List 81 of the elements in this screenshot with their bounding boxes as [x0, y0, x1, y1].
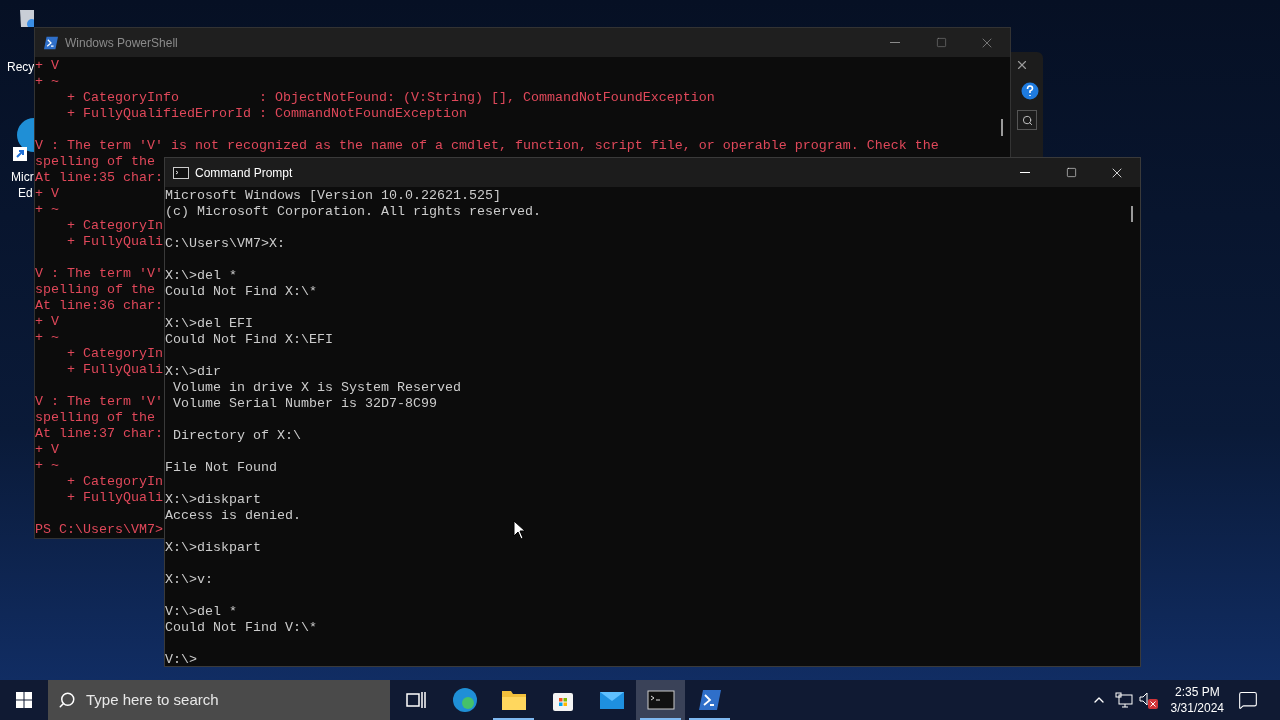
search-bar[interactable]: Type here to search	[48, 680, 390, 720]
console-line: V : The term 'V' is not recognized as the name of a cmdlet, function, script file, or operable program. Check the	[35, 138, 939, 154]
clock-time[interactable]: 2:35 PM	[1174, 684, 1220, 700]
powershell-icon	[697, 689, 722, 711]
console-line: At line:37 char:	[35, 426, 163, 442]
console-line: PS C:\Users\VM7>	[35, 522, 163, 538]
console-line: + V	[35, 314, 59, 330]
help-icon[interactable]	[1021, 82, 1039, 100]
close-icon[interactable]	[1015, 58, 1029, 72]
console-line: + ~	[35, 458, 59, 474]
window-title: Command Prompt	[195, 164, 293, 182]
speaker-icon[interactable]	[1138, 691, 1159, 709]
console-line: + CategoryInfo : ObjectNotFound: (V:String) [], CommandNotFoundException	[66, 90, 715, 106]
console-line: + V	[35, 186, 59, 202]
search-icon	[1021, 114, 1033, 126]
notifications-icon[interactable]	[1238, 690, 1258, 710]
windows-logo-icon	[16, 692, 32, 708]
console-line: + FullyQuali	[66, 362, 163, 378]
console-icon	[173, 166, 189, 179]
edge-icon[interactable]	[13, 115, 34, 161]
console-line: spelling of the	[35, 154, 155, 170]
console-line: At line:36 char:	[35, 298, 163, 314]
console-line: Could Not Find X:\*	[165, 284, 317, 300]
console-line: Directory of X:\	[172, 428, 301, 444]
console-line: Microsoft Windows [Version 10.0.22621.525]	[165, 188, 501, 204]
console-line: Volume in drive X is System Reserved	[172, 380, 461, 396]
console-line: Could Not Find X:\EFI	[165, 332, 333, 348]
search-button[interactable]	[1017, 110, 1037, 130]
recycle-bin-icon[interactable]	[20, 10, 34, 27]
console-line: + ~	[35, 330, 59, 346]
console-line: C:\Users\VM7>X:	[165, 236, 285, 252]
console-line: + FullyQuali	[66, 234, 163, 250]
console-line: V:\>	[165, 652, 197, 666]
mouse-pointer-icon	[513, 520, 526, 540]
minimize-icon	[890, 42, 900, 43]
edge-icon	[451, 687, 478, 713]
powershell-icon	[43, 35, 59, 50]
desktop-icon-label: Recy	[7, 59, 35, 75]
window-title: Windows PowerShell	[65, 34, 178, 52]
minimize-icon	[1020, 172, 1030, 173]
console-line: + ~	[35, 202, 59, 218]
console-line: X:\>dir	[165, 364, 221, 380]
console-line: X:\>del EFI	[165, 316, 253, 332]
console-line: V : The term 'V'	[35, 266, 163, 282]
console-line: X:\>diskpart	[165, 492, 261, 508]
console-line: (c) Microsoft Corporation. All rights reserved.	[165, 204, 541, 220]
maximize-icon	[1065, 167, 1077, 178]
console-line: + V	[35, 58, 59, 74]
folder-icon	[500, 689, 527, 711]
task-view-icon	[405, 691, 426, 709]
network-icon[interactable]	[1114, 692, 1133, 708]
console-line: Volume Serial Number is 32D7-8C99	[172, 396, 437, 412]
desktop-icon-label: Ed	[18, 185, 33, 201]
scrollbar-thumb[interactable]	[1000, 119, 1003, 136]
console-line: + CategoryIn	[66, 346, 163, 362]
console-line: X:\>v:	[165, 572, 213, 588]
console-line: File Not Found	[165, 460, 277, 476]
search-field[interactable]: Type here to search	[86, 688, 366, 712]
console-line: + ~	[35, 74, 59, 90]
console-line: Access is denied.	[165, 508, 301, 524]
desktop-icon-label: Micr	[11, 169, 34, 185]
console-icon	[646, 690, 675, 710]
console-line: + FullyQuali	[66, 490, 163, 506]
console-line: At line:35 char:	[35, 170, 163, 186]
console-line: V:\>del *	[165, 604, 237, 620]
console-line: spelling of the	[35, 410, 155, 426]
clock-date[interactable]: 3/31/2024	[1170, 700, 1224, 716]
scrollbar-thumb[interactable]	[1130, 206, 1133, 222]
console-line: X:\>diskpart	[165, 540, 261, 556]
console-line: + CategoryIn	[66, 474, 163, 490]
console-line: V : The term 'V'	[35, 394, 163, 410]
console-line: Could Not Find V:\*	[165, 620, 317, 636]
console-line: spelling of the	[35, 282, 155, 298]
search-icon	[58, 691, 76, 709]
console-line: X:\>del *	[165, 268, 237, 284]
taskbar-app-button[interactable]	[636, 680, 685, 720]
console-line: + V	[35, 442, 59, 458]
console-line: + CategoryIn	[66, 218, 163, 234]
mail-icon	[598, 690, 625, 710]
console-line: + FullyQualifiedErrorId : CommandNotFoundException	[66, 106, 467, 122]
maximize-icon	[935, 37, 947, 48]
